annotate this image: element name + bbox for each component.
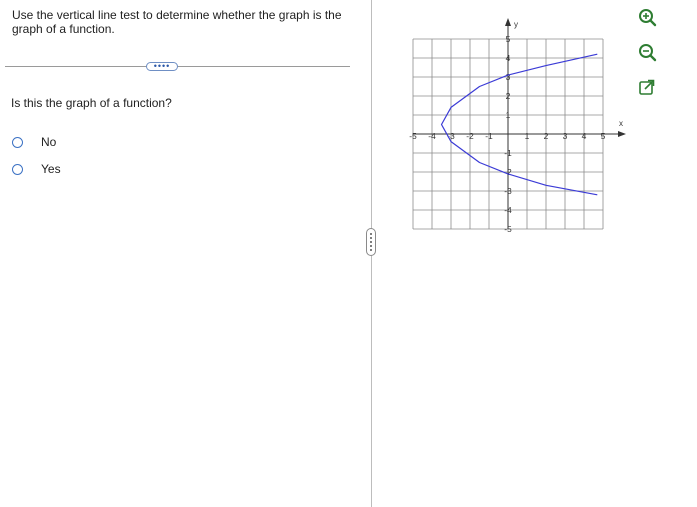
x-tick-label: -2: [466, 131, 474, 141]
y-tick-label: -3: [504, 186, 512, 196]
y-tick-label: 2: [506, 91, 511, 101]
option-yes[interactable]: Yes: [12, 162, 61, 176]
y-axis-arrow: [505, 18, 511, 26]
y-tick-label: -2: [504, 167, 512, 177]
option-no[interactable]: No: [12, 135, 56, 149]
x-tick-label: 5: [601, 131, 606, 141]
graph: -5 -4 -3 -2 -1 1 2 3 4 554321-1-2-3-4-5 x y: [409, 18, 626, 234]
question-prompt: Is this the graph of a function?: [11, 96, 172, 110]
x-tick-label: 3: [563, 131, 568, 141]
graph-toolbar: [636, 6, 666, 111]
option-yes-label: Yes: [41, 162, 61, 176]
y-tick-label: -4: [504, 205, 512, 215]
x-tick-label: 1: [525, 131, 530, 141]
graph-axes: [413, 18, 626, 229]
zoom-out-icon: [639, 44, 657, 62]
y-tick-label: 5: [506, 34, 511, 44]
y-tick-label: 1: [506, 110, 511, 120]
x-axis-arrow: [618, 131, 626, 137]
radio-yes[interactable]: [12, 163, 23, 175]
radio-no[interactable]: [12, 136, 23, 148]
zoom-out-button[interactable]: [636, 41, 658, 63]
x-tick-label: -1: [485, 131, 493, 141]
y-tick-label: -5: [504, 224, 512, 234]
y-tick-label: 4: [506, 53, 511, 63]
x-tick-label: 2: [544, 131, 549, 141]
x-tick-label: 4: [582, 131, 587, 141]
x-tick-label: -5: [409, 131, 417, 141]
y-tick-label: 3: [506, 72, 511, 82]
option-no-label: No: [41, 135, 57, 149]
graph-curve: [440, 53, 598, 196]
question-panel: Use the vertical line test to determine …: [0, 0, 370, 507]
popout-icon: [639, 79, 655, 95]
popout-button[interactable]: [636, 76, 658, 98]
instruction-text: Use the vertical line test to determine …: [12, 8, 342, 36]
pane-resize-handle[interactable]: [366, 228, 376, 256]
y-tick-label: -1: [504, 148, 512, 158]
more-button[interactable]: ••••: [146, 62, 178, 71]
zoom-in-button[interactable]: [636, 6, 658, 28]
x-tick-label: -4: [428, 131, 436, 141]
zoom-in-icon: [639, 9, 657, 27]
x-axis-label: x: [619, 119, 623, 128]
y-axis-label: y: [514, 20, 518, 29]
